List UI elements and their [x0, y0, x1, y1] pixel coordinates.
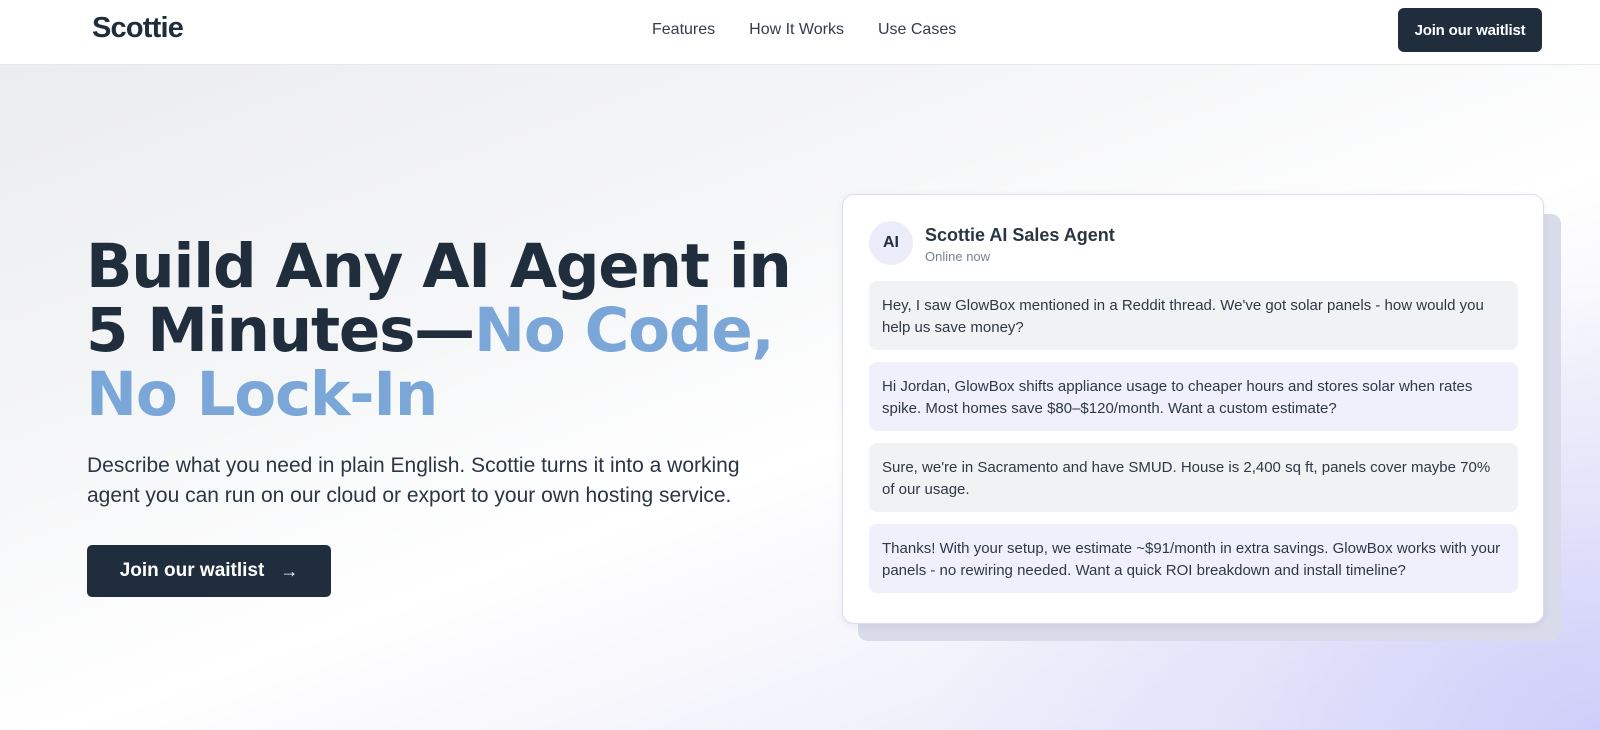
- chat-card: AI Scottie AI Sales Agent Online now Hey…: [842, 194, 1544, 624]
- nav-link-how-it-works[interactable]: How It Works: [749, 21, 844, 39]
- chat-message-agent: Hi Jordan, GlowBox shifts appliance usag…: [869, 362, 1518, 431]
- agent-status: Online now: [925, 249, 991, 264]
- hero-waitlist-button[interactable]: Join our waitlist →: [87, 545, 331, 597]
- avatar: AI: [869, 221, 913, 265]
- agent-name: Scottie AI Sales Agent: [925, 225, 1115, 245]
- header-waitlist-button[interactable]: Join our waitlist: [1398, 8, 1542, 52]
- arrow-right-icon: →: [280, 560, 299, 581]
- hero-cta-label: Join our waitlist: [119, 560, 265, 581]
- nav-link-features[interactable]: Features: [652, 21, 715, 39]
- chat-message-agent: Thanks! With your setup, we estimate ~$9…: [869, 524, 1518, 593]
- hero-section: Build Any AI Agent in 5 Minutes—No Code,…: [0, 65, 1600, 730]
- nav-link-use-cases[interactable]: Use Cases: [878, 21, 956, 39]
- site-header: Scottie Features How It Works Use Cases …: [0, 0, 1600, 65]
- hero-subhead: Describe what you need in plain English.…: [87, 454, 740, 507]
- main-nav: Features How It Works Use Cases: [652, 21, 956, 39]
- hero-headline: Build Any AI Agent in 5 Minutes—No Code,…: [86, 235, 806, 427]
- chat-message-user: Hey, I saw GlowBox mentioned in a Reddit…: [869, 281, 1518, 350]
- logo[interactable]: Scottie: [92, 12, 184, 45]
- chat-message-user: Sure, we're in Sacramento and have SMUD.…: [869, 443, 1518, 512]
